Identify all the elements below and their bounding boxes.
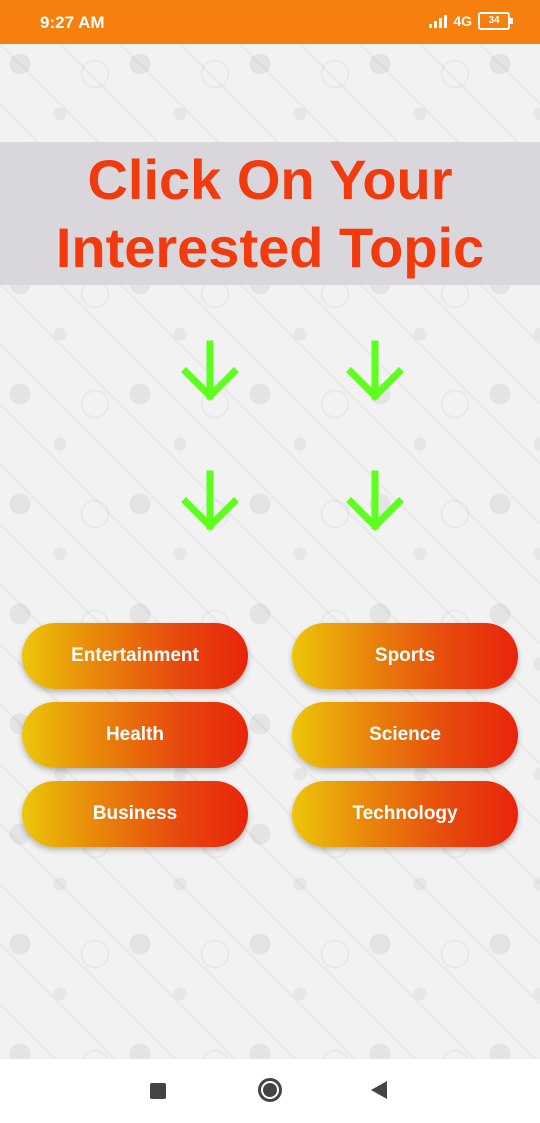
battery-level: 34 [488, 15, 500, 26]
system-nav-bar [0, 1059, 540, 1123]
topic-button-health[interactable]: Health [22, 702, 248, 768]
topic-button-entertainment[interactable]: Entertainment [22, 623, 248, 689]
headline-banner: Click On Your Interested Topic [0, 142, 540, 285]
topic-button-sports[interactable]: Sports [292, 623, 518, 689]
topic-button-science[interactable]: Science [292, 702, 518, 768]
arrow-down-icon [181, 470, 239, 531]
network-type: 4G [453, 13, 472, 29]
arrow-down-icon [346, 470, 404, 531]
back-triangle-icon[interactable] [371, 1081, 387, 1099]
arrow-down-icon [346, 340, 404, 401]
topic-button-technology[interactable]: Technology [292, 781, 518, 847]
topic-button-business[interactable]: Business [22, 781, 248, 847]
recents-square-icon[interactable] [150, 1083, 166, 1099]
page-title: Click On Your Interested Topic [55, 147, 485, 279]
status-bar: 9:27 AM 4G 34 [0, 0, 540, 44]
signal-icon [429, 14, 448, 28]
status-indicators: 4G 34 [429, 12, 513, 30]
home-circle-icon[interactable] [258, 1078, 282, 1102]
arrow-down-icon [181, 340, 239, 401]
battery-icon: 34 [478, 12, 513, 30]
status-time: 9:27 AM [40, 13, 105, 32]
